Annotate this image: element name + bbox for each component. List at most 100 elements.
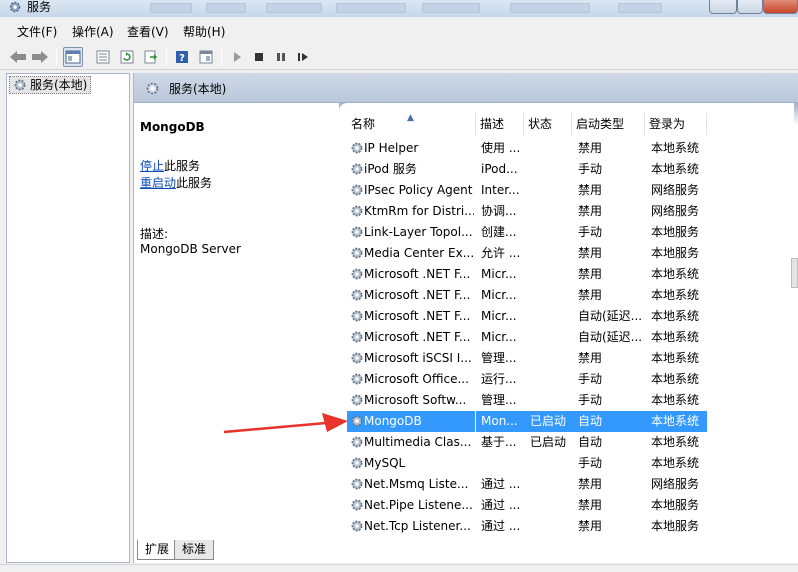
service-name: Microsoft .NET F... [364,288,471,302]
menu-bar: 文件(F) 操作(A) 查看(V) 帮助(H) [0,18,798,44]
properties-button[interactable] [93,47,113,67]
table-row[interactable]: Microsoft iSCSI I... 管理... 禁用 本地系统 [347,348,794,369]
cell-description: 通过 ... [481,477,521,491]
column-header-name[interactable]: ▲ 名称 [347,113,476,135]
column-label: 描述 [480,117,505,131]
cell-description: 使用 ... [481,141,521,155]
service-name: Microsoft .NET F... [364,309,471,323]
restart-service-link[interactable]: 重启动 [140,176,176,190]
gear-icon [145,81,160,99]
stop-service-link[interactable]: 停止 [140,159,164,173]
column-header-status[interactable]: 状态 [524,113,572,135]
pause-service-button[interactable] [271,47,291,67]
cell-status [524,495,572,516]
services-list[interactable]: ▲ 名称 描述 状态 启动类型 登录为 IP Helper 使用 ... 禁用 本地系… [339,103,794,539]
cell-status [524,369,572,390]
gear-icon [350,330,364,348]
table-row[interactable]: IP Helper 使用 ... 禁用 本地系统 [347,138,794,159]
cell-name: iPod 服务 [347,159,475,180]
cell-description: 创建... [481,225,517,239]
table-row[interactable]: Microsoft .NET F... Micr... 自动(延迟... 本地系统 [347,327,794,348]
table-row[interactable]: Net.Msmq Liste... 通过 ... 禁用 网络服务 [347,474,794,495]
menu-action[interactable]: 操作(A) [72,23,114,40]
restart-action: 重启动此服务 [140,174,212,191]
service-name: MySQL [364,456,406,470]
cell-status: 已启动 [530,435,567,449]
cell-description: 通过 ... [481,498,521,512]
cell-startup-type: 手动 [578,225,603,239]
cell-startup-type: 禁用 [578,141,603,155]
table-row[interactable]: IPsec Policy Agent Inter... 禁用 网络服务 [347,180,794,201]
cell-name: IP Helper [347,138,475,159]
cell-name: MongoDB [347,411,475,432]
menu-file[interactable]: 文件(F) [17,23,57,40]
tab-standard[interactable]: 标准 [174,540,215,560]
cell-name: Media Center Ex... [347,243,475,264]
cell-status [524,222,572,243]
service-name: Microsoft .NET F... [364,267,471,281]
gear-icon [350,288,364,306]
restart-service-button[interactable] [293,47,313,67]
table-row[interactable]: iPod 服务 iPod... 手动 本地系统 [347,159,794,180]
cell-logon-as: 本地系统 [651,162,700,176]
gear-icon [13,78,27,96]
cell-logon-as: 本地服务 [651,498,700,512]
table-row[interactable]: KtmRm for Distri... 协调... 禁用 网络服务 [347,201,794,222]
gear-icon [350,372,364,390]
table-row[interactable]: Multimedia Clas... 基于... 已启动 自动 本地系统 [347,432,794,453]
table-row[interactable]: Microsoft .NET F... Micr... 禁用 本地系统 [347,285,794,306]
cell-name: Microsoft Office... [347,369,475,390]
cell-logon-as: 本地系统 [651,288,700,302]
sort-ascending-icon: ▲ [407,113,414,123]
scrollbar-thumb[interactable] [791,258,798,288]
cell-startup-type: 自动 [572,411,645,432]
start-service-button[interactable] [227,47,247,67]
column-header-startup-type[interactable]: 启动类型 [572,113,645,135]
cell-name: Net.Pipe Listene... [347,495,475,516]
cell-startup-type: 手动 [578,162,603,176]
cell-status [524,243,572,264]
back-button[interactable] [8,47,28,67]
table-row[interactable]: Microsoft Office... 运行... 手动 本地系统 [347,369,794,390]
service-name: iPod 服务 [364,162,417,176]
background-tab [618,3,662,13]
cell-logon-as: 本地服务 [651,519,700,533]
background-tab [266,3,322,13]
minimize-button[interactable] [709,0,737,14]
refresh-button[interactable] [117,47,137,67]
cell-startup-type: 禁用 [578,351,603,365]
table-row[interactable]: Media Center Ex... 允许 ... 禁用 本地服务 [347,243,794,264]
tab-extended[interactable]: 扩展 [137,540,178,560]
cell-logon-as: 网络服务 [651,477,700,491]
column-label: 名称 [351,117,376,131]
column-header-logon-as[interactable]: 登录为 [645,113,707,135]
show-tree-button[interactable] [63,47,83,67]
view-button[interactable] [196,47,216,67]
service-name: Net.Tcp Listener... [364,519,471,533]
gear-icon [350,477,364,495]
table-row[interactable]: Link-Layer Topol... 创建... 手动 本地服务 [347,222,794,243]
table-row[interactable]: Microsoft .NET F... Micr... 自动(延迟... 本地系统 [347,306,794,327]
cell-startup-type: 手动 [578,372,603,386]
export-button[interactable] [141,47,161,67]
refresh-icon [120,50,134,64]
toolbar-separator [166,48,167,66]
column-header-description[interactable]: 描述 [476,113,524,135]
forward-button[interactable] [30,47,50,67]
table-row[interactable]: Microsoft .NET F... Micr... 禁用 本地系统 [347,264,794,285]
table-row[interactable]: MySQL 手动 本地系统 [347,453,794,474]
stop-service-button[interactable] [249,47,269,67]
help-button[interactable]: ? [172,47,192,67]
close-button[interactable] [763,0,798,14]
service-name: Media Center Ex... [364,246,474,260]
stop-suffix: 此服务 [164,159,201,173]
menu-help[interactable]: 帮助(H) [183,23,225,40]
menu-view[interactable]: 查看(V) [127,23,169,40]
table-row[interactable]: Net.Tcp Listener... 通过 ... 禁用 本地服务 [347,516,794,537]
cell-startup-type: 禁用 [578,246,603,260]
table-row[interactable]: Microsoft Softw... 管理... 手动 本地系统 [347,390,794,411]
table-row[interactable]: Net.Pipe Listene... 通过 ... 禁用 本地服务 [347,495,794,516]
table-row[interactable]: MongoDB Mon... 已启动 自动 本地系统 [347,411,794,432]
tree-item-services-local[interactable]: 服务(本地) [9,76,92,96]
maximize-button[interactable] [737,0,763,14]
